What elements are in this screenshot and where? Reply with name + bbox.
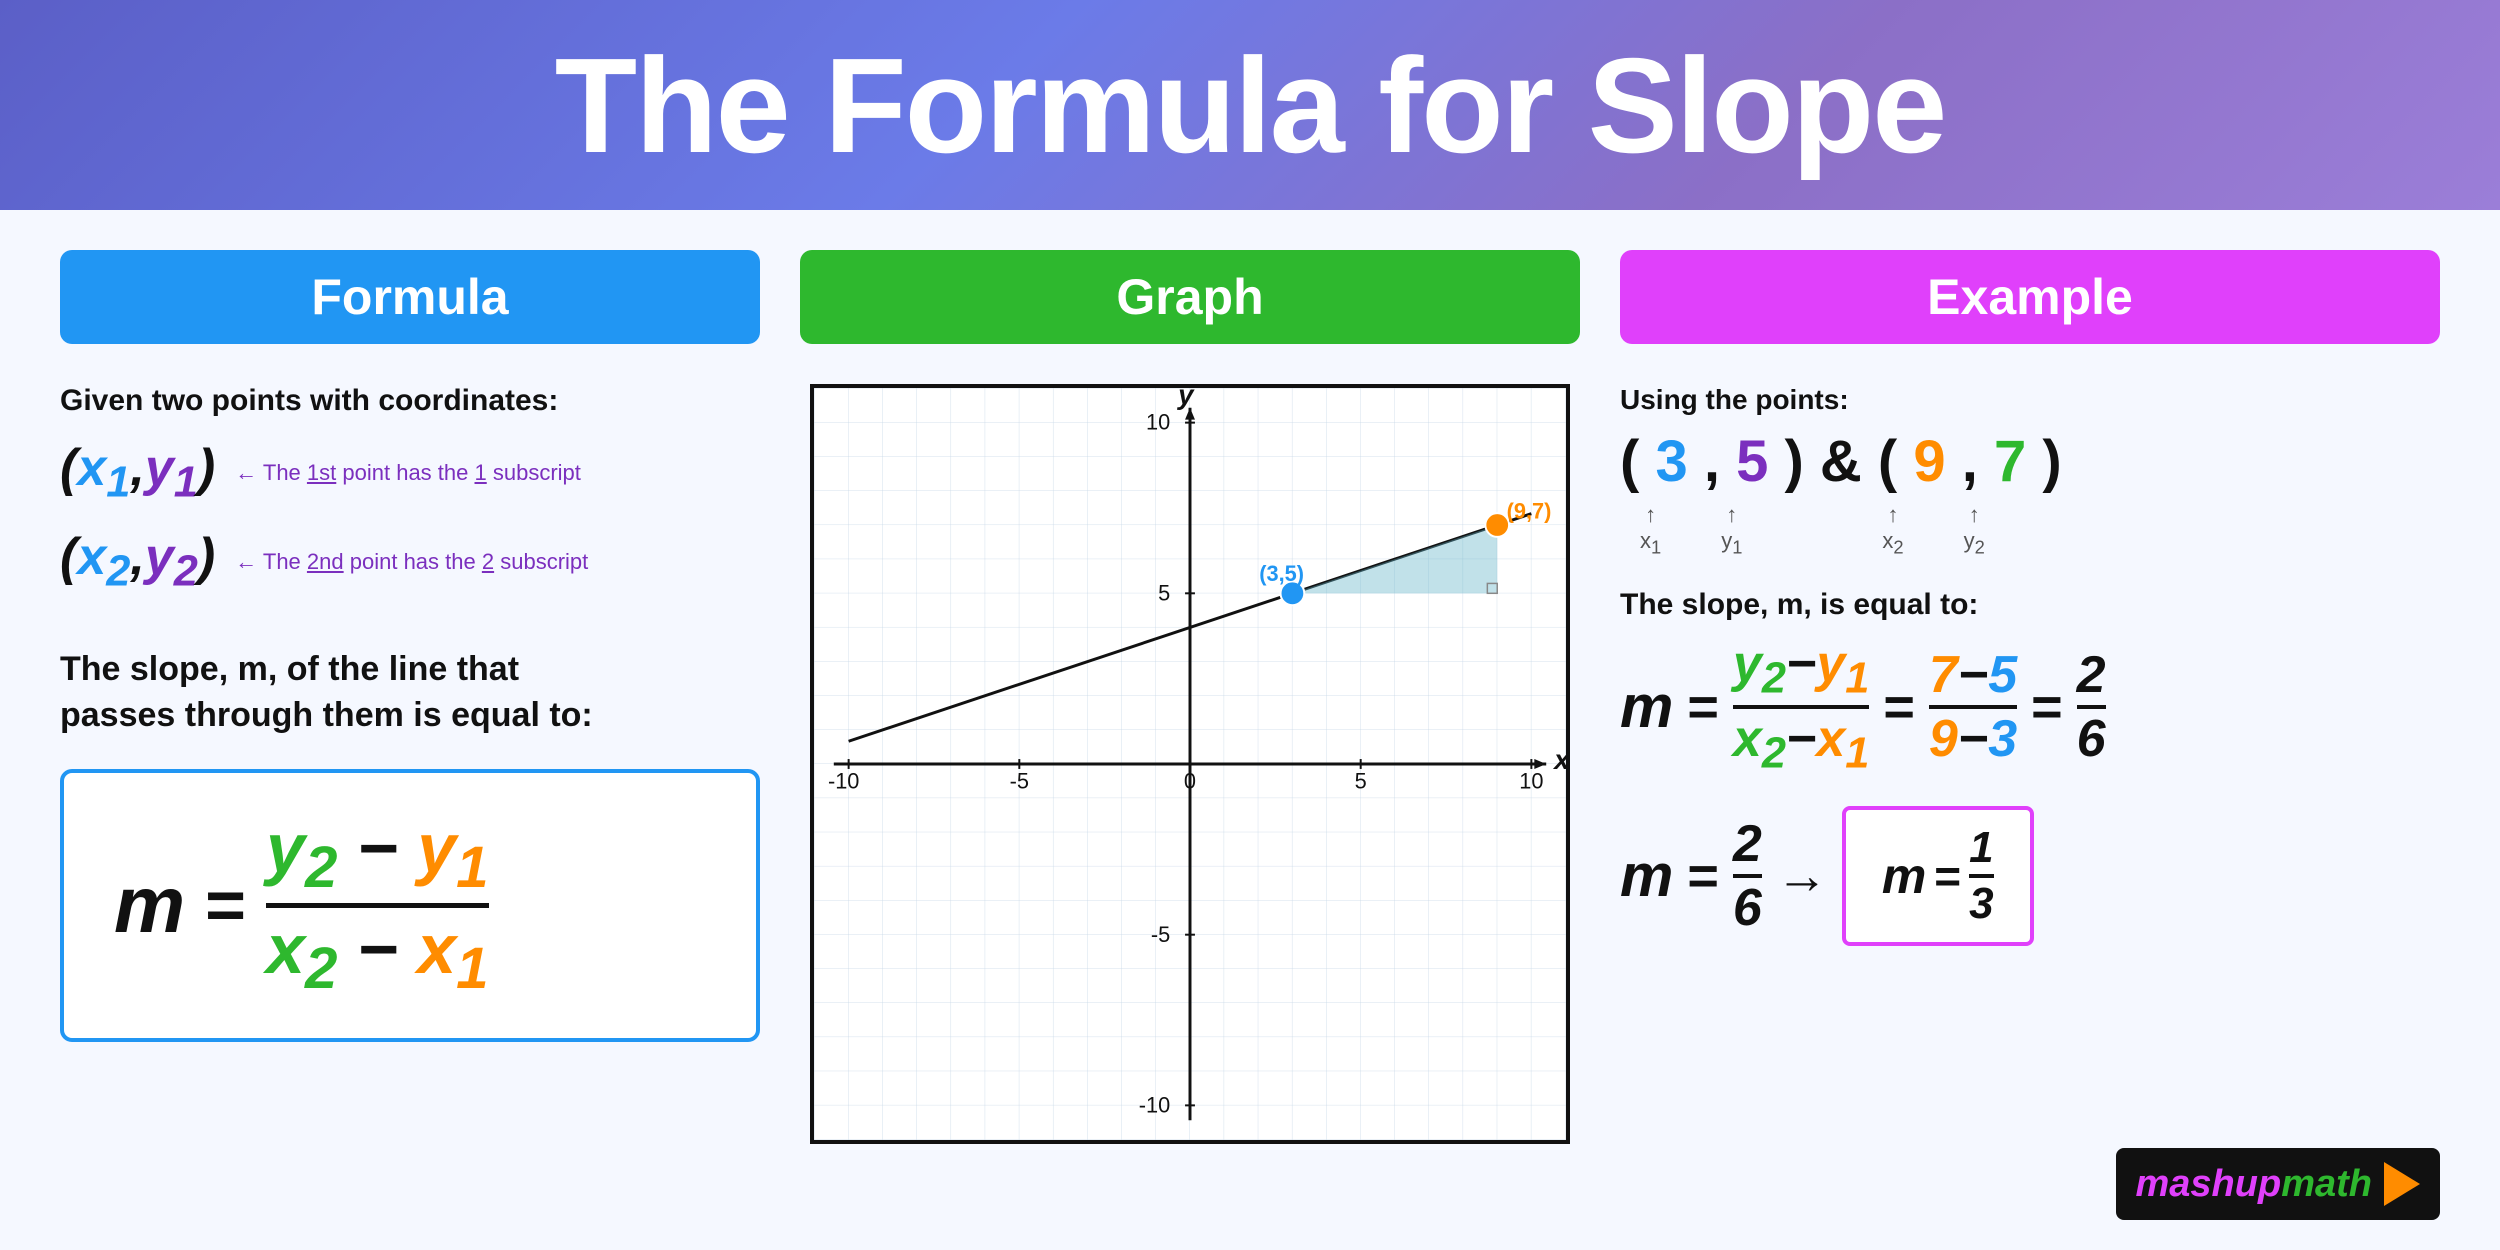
- ex-frac-line1: [1733, 705, 1869, 709]
- formula-equals: =: [205, 865, 246, 945]
- formula-point2-label: (x2,y2): [60, 527, 215, 596]
- formula-badge: Formula: [60, 250, 760, 344]
- example-y2-value: 7: [1994, 429, 2026, 494]
- play-icon: [2384, 1162, 2420, 1206]
- ex-frac-top-result: 2: [2077, 649, 2106, 701]
- header: The Formula for Slope: [0, 0, 2500, 210]
- svg-text:(9,7): (9,7): [1507, 499, 1552, 524]
- example-x2-value: 9: [1913, 429, 1945, 494]
- svg-text:-10: -10: [1139, 1092, 1170, 1117]
- ex-eq2: =: [1883, 676, 1915, 738]
- graph-badge: Graph: [800, 250, 1580, 344]
- ex-frac-2-top: 2: [1733, 818, 1762, 870]
- main-content: Formula Given two points with coordinate…: [0, 210, 2500, 1250]
- ex-fraction-values: 7−5 9−3: [1929, 649, 2017, 765]
- svg-text:-5: -5: [1151, 922, 1170, 947]
- final-bot: 3: [1969, 882, 1993, 926]
- svg-text:(3,5): (3,5): [1259, 561, 1304, 586]
- ex-frac-bot-sym: x2−x1: [1733, 713, 1869, 776]
- formula-fraction: y2 − y1 x2 − x1: [266, 813, 489, 999]
- mashup-brand2: math: [2281, 1163, 2372, 1205]
- formula-numerator: y2 − y1: [266, 813, 489, 897]
- ex-frac-line4: [1733, 874, 1762, 878]
- example-section: Example Using the points: ( 3 , 5 ) & ( …: [1620, 250, 2440, 1220]
- svg-text:0: 0: [1184, 769, 1196, 794]
- mashup-text: mashupmath: [2136, 1163, 2373, 1206]
- slope-description: The slope, m, of the line thatpasses thr…: [60, 647, 593, 739]
- formula-point2-note: ← The 2nd point has the 2 subscript: [235, 549, 588, 575]
- formula-m: m: [114, 859, 185, 951]
- mashup-badge: mashupmath: [2116, 1148, 2441, 1220]
- formula-fraction-line: [266, 903, 489, 908]
- slope-equal-text: The slope, m, is equal to:: [1620, 588, 1978, 622]
- ex-m2: m: [1620, 841, 1673, 910]
- graph-svg: x y -10 -5 0 5 10: [814, 388, 1566, 1140]
- ex-frac-line3: [2077, 705, 2106, 709]
- ex-frac-top-val: 7−5: [1929, 649, 2017, 701]
- formula-section: Formula Given two points with coordinate…: [60, 250, 760, 1220]
- arrow-right: →: [1776, 846, 1828, 906]
- page-title: The Formula for Slope: [555, 28, 1946, 183]
- example-badge: Example: [1620, 250, 2440, 344]
- ex-frac-6-bot: 6: [1733, 882, 1762, 934]
- example-points-large: ( 3 , 5 ) & ( 9 , 7 ): [1620, 430, 2062, 494]
- svg-text:-5: -5: [1010, 769, 1029, 794]
- svg-text:10: 10: [1519, 769, 1543, 794]
- final-top: 1: [1969, 826, 1993, 870]
- graph-area: x y -10 -5 0 5 10: [810, 384, 1570, 1144]
- ex-frac-bot-result: 6: [2077, 713, 2106, 765]
- ex-eq1: =: [1687, 676, 1719, 738]
- svg-text:10: 10: [1146, 410, 1170, 435]
- example-x1-value: 3: [1655, 429, 1687, 494]
- ex-frac-line2: [1929, 705, 2017, 709]
- subscript-labels: ↑ x1 ↑ y1 ↑ x2 ↑ y2: [1620, 502, 1985, 558]
- example-m-row-final: m = 2 6 → m = 1 3: [1620, 806, 2034, 946]
- ex-fraction-result: 2 6: [2077, 649, 2106, 765]
- svg-text:-10: -10: [828, 769, 859, 794]
- formula-main-box: m = y2 − y1 x2 − x1: [60, 769, 760, 1043]
- example-formula-row: m = y2−y1 x2−x1 = 7−5 9−3: [1620, 638, 2106, 775]
- final-answer-box: m = 1 3: [1842, 806, 2034, 946]
- ex-frac-top-sym: y2−y1: [1733, 638, 1869, 701]
- ex-m1: m: [1620, 672, 1673, 741]
- svg-text:5: 5: [1355, 769, 1367, 794]
- graph-section: Graph: [800, 250, 1580, 1220]
- final-line: [1969, 874, 1993, 878]
- final-fraction: 1 3: [1969, 826, 1993, 926]
- svg-text:5: 5: [1158, 581, 1170, 606]
- formula-denominator: x2 − x1: [266, 914, 489, 998]
- svg-text:x: x: [1552, 744, 1566, 775]
- ex-eq4: =: [1687, 845, 1719, 907]
- example-using-text: Using the points:: [1620, 384, 1849, 416]
- ex-eq3: =: [2031, 676, 2063, 738]
- formula-point1-row: (x1,y1) ← The 1st point has the 1 subscr…: [60, 438, 581, 507]
- formula-point1-note: ← The 1st point has the 1 subscript: [235, 460, 581, 486]
- final-eq: =: [1934, 849, 1961, 903]
- mashup-brand1: mashup: [2136, 1163, 2282, 1205]
- svg-text:y: y: [1176, 388, 1195, 410]
- formula-given-text: Given two points with coordinates:: [60, 384, 558, 418]
- formula-point1-label: (x1,y1): [60, 438, 215, 507]
- formula-point2-row: (x2,y2) ← The 2nd point has the 2 subscr…: [60, 527, 588, 596]
- ex-fraction-symbolic: y2−y1 x2−x1: [1733, 638, 1869, 775]
- ex-fraction-2-6: 2 6: [1733, 818, 1762, 934]
- final-m: m: [1882, 847, 1926, 905]
- example-y1-value: 5: [1736, 429, 1768, 494]
- ex-frac-bot-val: 9−3: [1929, 713, 2017, 765]
